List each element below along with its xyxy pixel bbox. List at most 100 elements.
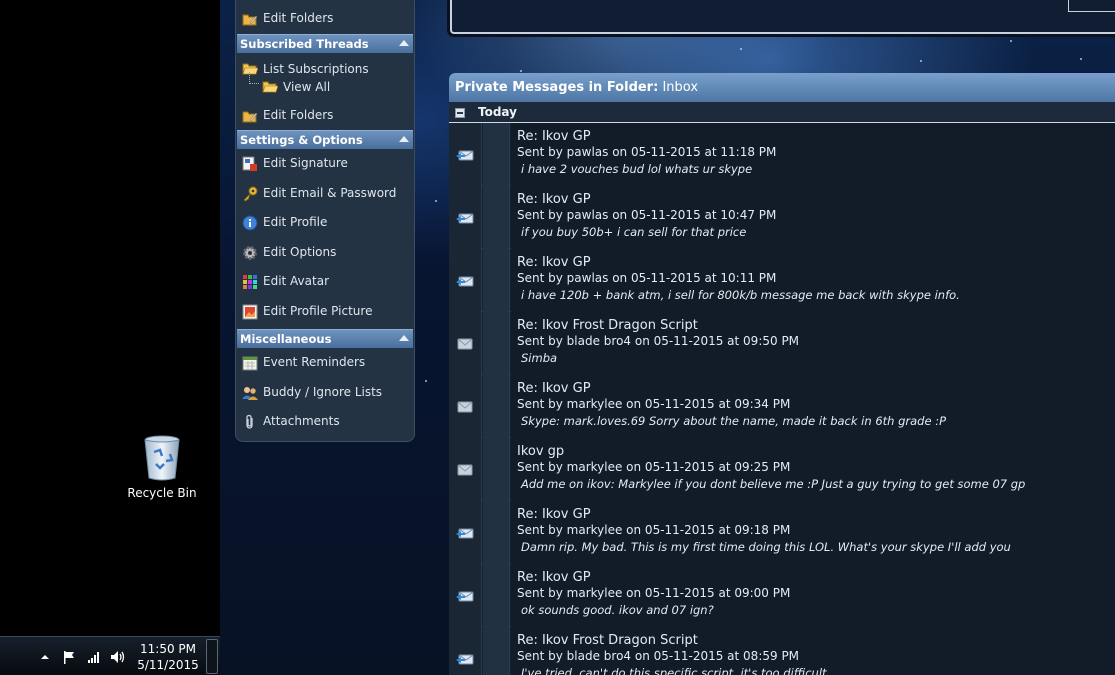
settings-options-header[interactable]: Settings & Options (237, 130, 413, 149)
sidebar-item-event-reminders[interactable]: Event Reminders (236, 348, 414, 378)
message-content-cell: Re: Ikov GP Sent by pawlas on 05-11-2015 … (511, 249, 1115, 312)
pm-message-row[interactable]: Re: Ikov Frost Dragon Script Sent by blad… (449, 627, 1115, 675)
recycle-bin[interactable]: Recycle Bin (126, 434, 198, 500)
sidebar-item-label: List Subscriptions (263, 61, 369, 76)
paperclip-icon (242, 414, 258, 430)
message-content-cell: Re: Ikov Frost Dragon Script Sent by blad… (511, 312, 1115, 375)
message-select-cell[interactable] (483, 312, 510, 375)
sidebar-item-label: View All (283, 79, 331, 94)
message-content-cell: Re: Ikov Frost Dragon Script Sent by blad… (511, 627, 1115, 675)
volume-icon[interactable] (110, 649, 126, 665)
browser-viewport: Edit Folders Subscribed Threads List Sub… (220, 0, 1115, 675)
message-content-cell: Re: Ikov GP Sent by markylee on 05-11-201… (511, 375, 1115, 438)
pm-group-label: Today (478, 105, 517, 119)
message-select-cell[interactable] (483, 627, 510, 675)
tree-connector (249, 71, 259, 84)
message-title-link[interactable]: Re: Ikov GP (517, 129, 591, 144)
message-select-cell[interactable] (483, 564, 510, 627)
clock-date: 5/11/2015 (137, 658, 199, 672)
message-sent-by: Sent by markylee on 05-11-2015 at 09:18 … (517, 523, 791, 537)
message-title-link[interactable]: Re: Ikov GP (517, 255, 591, 270)
sidebar-item-list-subscriptions[interactable]: List Subscriptions (236, 60, 414, 78)
folder-edit-icon (242, 11, 258, 27)
sidebar-item-edit-options[interactable]: Edit Options (236, 238, 414, 268)
message-title-link[interactable]: Re: Ikov GP (517, 570, 591, 585)
message-content-cell: Ikov gp Sent by markylee on 05-11-2015 at… (511, 438, 1115, 501)
message-content-cell: Re: Ikov GP Sent by markylee on 05-11-201… (511, 501, 1115, 564)
pm-message-list: Re: Ikov GP Sent by pawlas on 05-11-2015 … (449, 123, 1115, 675)
pm-message-row[interactable]: Ikov gp Sent by markylee on 05-11-2015 at… (449, 438, 1115, 501)
top-panel-box (1068, 0, 1115, 12)
message-select-cell[interactable] (483, 501, 510, 564)
subscribed-threads-section: Subscribed Threads List Subscriptions Vi… (236, 33, 414, 131)
sidebar-item-label: Edit Signature (263, 156, 348, 170)
taskbar: 11:50 PM 5/11/2015 (0, 636, 220, 675)
sidebar-item-edit-avatar[interactable]: Edit Avatar (236, 267, 414, 297)
pm-message-row[interactable]: Re: Ikov GP Sent by pawlas on 05-11-2015 … (449, 123, 1115, 186)
message-title-link[interactable]: Re: Ikov GP (517, 192, 591, 207)
pm-message-row[interactable]: Re: Ikov GP Sent by pawlas on 05-11-2015 … (449, 186, 1115, 249)
pm-message-row[interactable]: Re: Ikov Frost Dragon Script Sent by blad… (449, 312, 1115, 375)
message-sent-by: Sent by markylee on 05-11-2015 at 09:00 … (517, 586, 791, 600)
message-select-cell[interactable] (483, 186, 510, 249)
subscribed-threads-header[interactable]: Subscribed Threads (237, 33, 413, 53)
message-sent-by: Sent by pawlas on 05-11-2015 at 11:18 PM (517, 145, 777, 159)
message-title-link[interactable]: Re: Ikov Frost Dragon Script (517, 318, 698, 333)
message-preview: Damn rip. My bad. This is my first time … (521, 540, 1011, 554)
collapse-arrow-icon[interactable] (399, 335, 409, 341)
avatar-grid-icon (242, 274, 258, 290)
pm-header-prefix: Private Messages in Folder: (455, 80, 659, 95)
network-signal-icon[interactable] (86, 649, 102, 665)
envelope-replied-icon (449, 564, 482, 627)
sidebar-item-edit-signature[interactable]: Edit Signature (236, 149, 414, 179)
sidebar-item-label: Edit Folders (263, 107, 334, 122)
show-desktop-button[interactable] (206, 639, 218, 674)
sidebar-item-label: Edit Options (263, 244, 337, 259)
miscellaneous-section: Miscellaneous Event Reminders Buddy / Ig… (236, 329, 414, 437)
message-preview: Add me on ikov: Markylee if you dont bel… (521, 477, 1026, 491)
private-messages-panel: Private Messages in Folder: Inbox Today … (449, 73, 1115, 675)
message-select-cell[interactable] (483, 438, 510, 501)
sidebar-item-label: Edit Avatar (263, 274, 330, 288)
message-sent-by: Sent by pawlas on 05-11-2015 at 10:11 PM (517, 271, 777, 285)
sidebar-item-edit-folders-subs[interactable]: Edit Folders (236, 101, 414, 131)
pm-message-row[interactable]: Re: Ikov GP Sent by markylee on 05-11-201… (449, 375, 1115, 438)
pm-message-row[interactable]: Re: Ikov GP Sent by markylee on 05-11-201… (449, 564, 1115, 627)
pm-folder-header: Private Messages in Folder: Inbox (449, 73, 1115, 102)
message-content-cell: Re: Ikov GP Sent by markylee on 05-11-201… (511, 564, 1115, 627)
action-center-flag-icon[interactable] (61, 649, 77, 665)
pm-group-today[interactable]: Today (449, 102, 1115, 123)
message-sent-by: Sent by pawlas on 05-11-2015 at 10:47 PM (517, 208, 777, 222)
usercp-sidebar: Edit Folders Subscribed Threads List Sub… (235, 0, 415, 442)
sidebar-item-label: Attachments (263, 414, 340, 428)
sidebar-item-edit-profile-picture[interactable]: Edit Profile Picture (236, 297, 414, 327)
settings-options-section: Settings & Options Edit Signature Edit E… (236, 130, 414, 326)
sidebar-item-attachments[interactable]: Attachments (236, 407, 414, 437)
message-title-link[interactable]: Re: Ikov Frost Dragon Script (517, 633, 698, 648)
collapse-arrow-icon[interactable] (399, 136, 409, 142)
sidebar-item-edit-profile[interactable]: Edit Profile (236, 208, 414, 238)
sidebar-item-label: Buddy / Ignore Lists (263, 384, 383, 399)
collapse-toggle-icon[interactable] (455, 108, 465, 118)
sidebar-item-label: Edit Folders (263, 11, 334, 25)
sidebar-item-view-all[interactable]: View All (236, 71, 414, 96)
message-select-cell[interactable] (483, 375, 510, 438)
sidebar-item-buddy-ignore[interactable]: Buddy / Ignore Lists (236, 378, 414, 408)
collapse-arrow-icon[interactable] (399, 39, 409, 46)
miscellaneous-header[interactable]: Miscellaneous (237, 329, 413, 348)
message-preview: Skype: mark.loves.69 Sorry about the nam… (521, 414, 947, 428)
pm-message-row[interactable]: Re: Ikov GP Sent by pawlas on 05-11-2015 … (449, 249, 1115, 312)
message-title-link[interactable]: Ikov gp (517, 444, 564, 459)
message-title-link[interactable]: Re: Ikov GP (517, 507, 591, 522)
pm-message-row[interactable]: Re: Ikov GP Sent by markylee on 05-11-201… (449, 501, 1115, 564)
sidebar-item-edit-folders-pm[interactable]: Edit Folders (236, 4, 414, 34)
taskbar-clock[interactable]: 11:50 PM 5/11/2015 (134, 641, 202, 673)
show-hidden-icons-icon[interactable] (37, 649, 53, 665)
message-select-cell[interactable] (483, 123, 510, 186)
envelope-read-icon (449, 375, 482, 438)
sidebar-item-label: Event Reminders (263, 355, 366, 369)
sidebar-item-edit-email-password[interactable]: Edit Email & Password (236, 179, 414, 209)
recycle-bin-icon (144, 435, 180, 481)
message-title-link[interactable]: Re: Ikov GP (517, 381, 591, 396)
message-select-cell[interactable] (483, 249, 510, 312)
